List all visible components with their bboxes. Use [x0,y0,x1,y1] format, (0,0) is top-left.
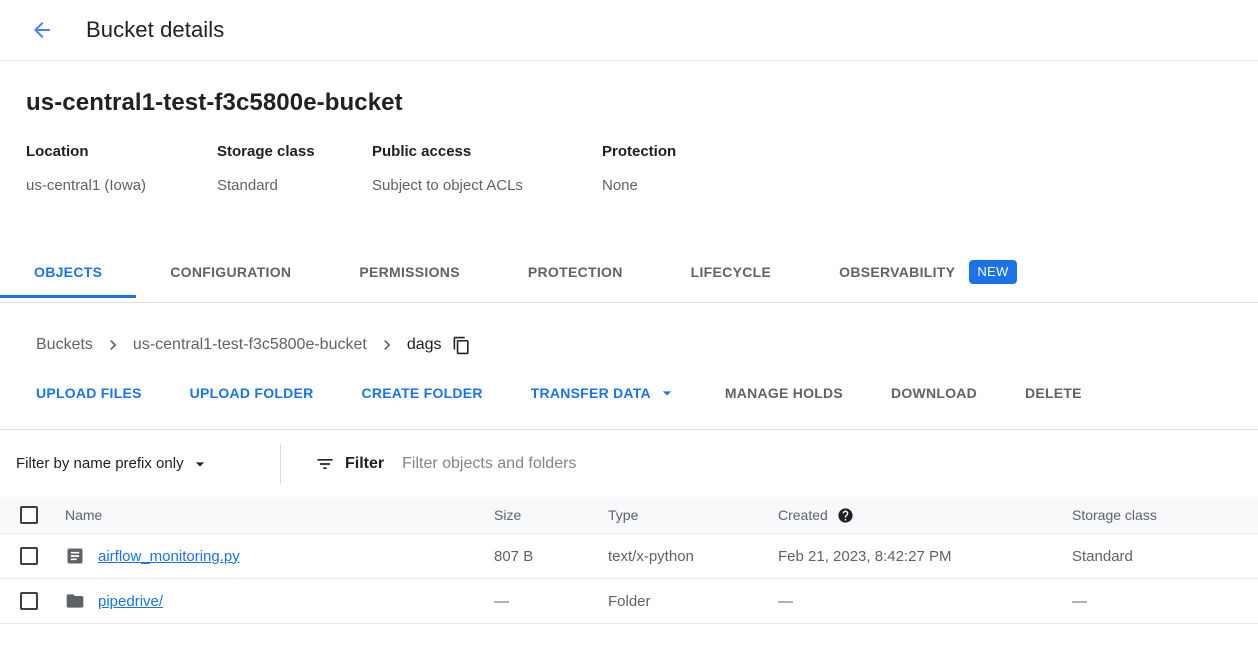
chevron-right-icon [377,335,397,355]
button-label: CREATE FOLDER [361,385,482,401]
meta-protection: Protection None [602,143,696,194]
objects-table: Name Size Type Created Storage class air… [0,497,1258,624]
breadcrumb: Buckets us-central1-test-f3c5800e-bucket… [0,303,1258,355]
copy-icon[interactable] [452,336,471,355]
filter-bar: Filter by name prefix only Filter [0,430,1258,497]
bucket-summary: us-central1-test-f3c5800e-bucket Locatio… [0,61,1258,194]
select-all-checkbox[interactable] [20,506,38,524]
tab-objects[interactable]: OBJECTS [0,248,136,298]
table-row: pipedrive/ — Folder — — [0,579,1258,624]
tab-observability[interactable]: OBSERVABILITY NEW [805,244,1050,302]
back-arrow-icon[interactable] [30,18,54,42]
tab-permissions[interactable]: PERMISSIONS [325,248,494,298]
filter-input-area: Filter [281,454,1258,474]
bucket-meta: Location us-central1 (Iowa) Storage clas… [26,143,1232,194]
meta-value: Standard [217,177,352,194]
column-header-label: Created [778,507,828,523]
create-folder-button[interactable]: CREATE FOLDER [337,377,506,409]
tab-configuration[interactable]: CONFIGURATION [136,248,325,298]
transfer-data-button[interactable]: TRANSFER DATA [507,375,701,411]
column-header-created[interactable]: Created [778,507,1072,524]
breadcrumb-buckets[interactable]: Buckets [36,336,93,354]
appbar: Bucket details [0,0,1258,61]
upload-files-button[interactable]: UPLOAD FILES [12,377,166,409]
object-size: — [494,593,608,610]
button-label: DOWNLOAD [891,385,977,401]
header-checkbox-cell [0,506,65,524]
chevron-right-icon [103,335,123,355]
table-row: airflow_monitoring.py 807 B text/x-pytho… [0,534,1258,579]
meta-storage-class: Storage class Standard [217,143,372,194]
column-header-type[interactable]: Type [608,507,778,523]
object-link[interactable]: pipedrive/ [98,593,163,610]
meta-label: Location [26,143,197,160]
filter-objects-input[interactable] [402,455,1258,473]
arrow-drop-down-icon [657,383,677,403]
meta-public-access: Public access Subject to object ACLs [372,143,602,194]
meta-value: us-central1 (Iowa) [26,177,197,194]
meta-value: None [602,177,676,194]
object-storage-class: — [1072,593,1258,610]
object-toolbar: UPLOAD FILES UPLOAD FOLDER CREATE FOLDER… [0,355,1258,429]
button-label: DELETE [1025,385,1082,401]
tab-label: OBJECTS [34,264,102,280]
page-title: Bucket details [86,17,224,43]
object-name-cell: airflow_monitoring.py [65,546,494,566]
meta-label: Public access [372,143,582,160]
tab-bar: OBJECTS CONFIGURATION PERMISSIONS PROTEC… [0,244,1258,303]
upload-folder-button[interactable]: UPLOAD FOLDER [166,377,338,409]
tab-lifecycle[interactable]: LIFECYCLE [657,248,805,298]
tab-label: LIFECYCLE [691,264,771,280]
object-size: 807 B [494,548,608,565]
bucket-name: us-central1-test-f3c5800e-bucket [26,89,1232,117]
filter-scope-dropdown[interactable]: Filter by name prefix only [0,454,280,474]
meta-label: Storage class [217,143,352,160]
object-type: Folder [608,593,778,610]
object-storage-class: Standard [1072,548,1258,565]
manage-holds-button[interactable]: MANAGE HOLDS [701,377,867,409]
row-checkbox-cell [0,547,65,565]
row-checkbox[interactable] [20,592,38,610]
filter-scope-label: Filter by name prefix only [16,455,184,472]
row-checkbox[interactable] [20,547,38,565]
delete-button[interactable]: DELETE [1001,377,1106,409]
file-icon [65,546,85,566]
filter-list-icon [315,454,335,474]
row-checkbox-cell [0,592,65,610]
column-header-name[interactable]: Name [65,507,494,523]
tab-label: PROTECTION [528,264,623,280]
download-button[interactable]: DOWNLOAD [867,377,1001,409]
arrow-drop-down-icon [190,454,210,474]
tab-protection[interactable]: PROTECTION [494,248,657,298]
object-created: — [778,593,1072,610]
tab-label: CONFIGURATION [170,264,291,280]
new-badge: NEW [969,260,1016,284]
meta-value: Subject to object ACLs [372,177,582,194]
meta-label: Protection [602,143,676,160]
object-created: Feb 21, 2023, 8:42:27 PM [778,548,1072,565]
tab-label: OBSERVABILITY [839,264,955,280]
button-label: MANAGE HOLDS [725,385,843,401]
button-label: TRANSFER DATA [531,385,651,401]
object-type: text/x-python [608,548,778,565]
object-name-cell: pipedrive/ [65,591,494,611]
help-icon[interactable] [837,507,854,524]
filter-label: Filter [345,455,384,473]
meta-location: Location us-central1 (Iowa) [26,143,217,194]
folder-icon [65,591,85,611]
tab-label: PERMISSIONS [359,264,460,280]
column-header-storage-class[interactable]: Storage class [1072,507,1258,523]
button-label: UPLOAD FOLDER [190,385,314,401]
table-header-row: Name Size Type Created Storage class [0,497,1258,534]
breadcrumb-current-folder: dags [407,336,442,354]
object-link[interactable]: airflow_monitoring.py [98,548,240,565]
button-label: UPLOAD FILES [36,385,142,401]
column-header-size[interactable]: Size [494,507,608,523]
breadcrumb-bucket-name[interactable]: us-central1-test-f3c5800e-bucket [133,336,367,354]
